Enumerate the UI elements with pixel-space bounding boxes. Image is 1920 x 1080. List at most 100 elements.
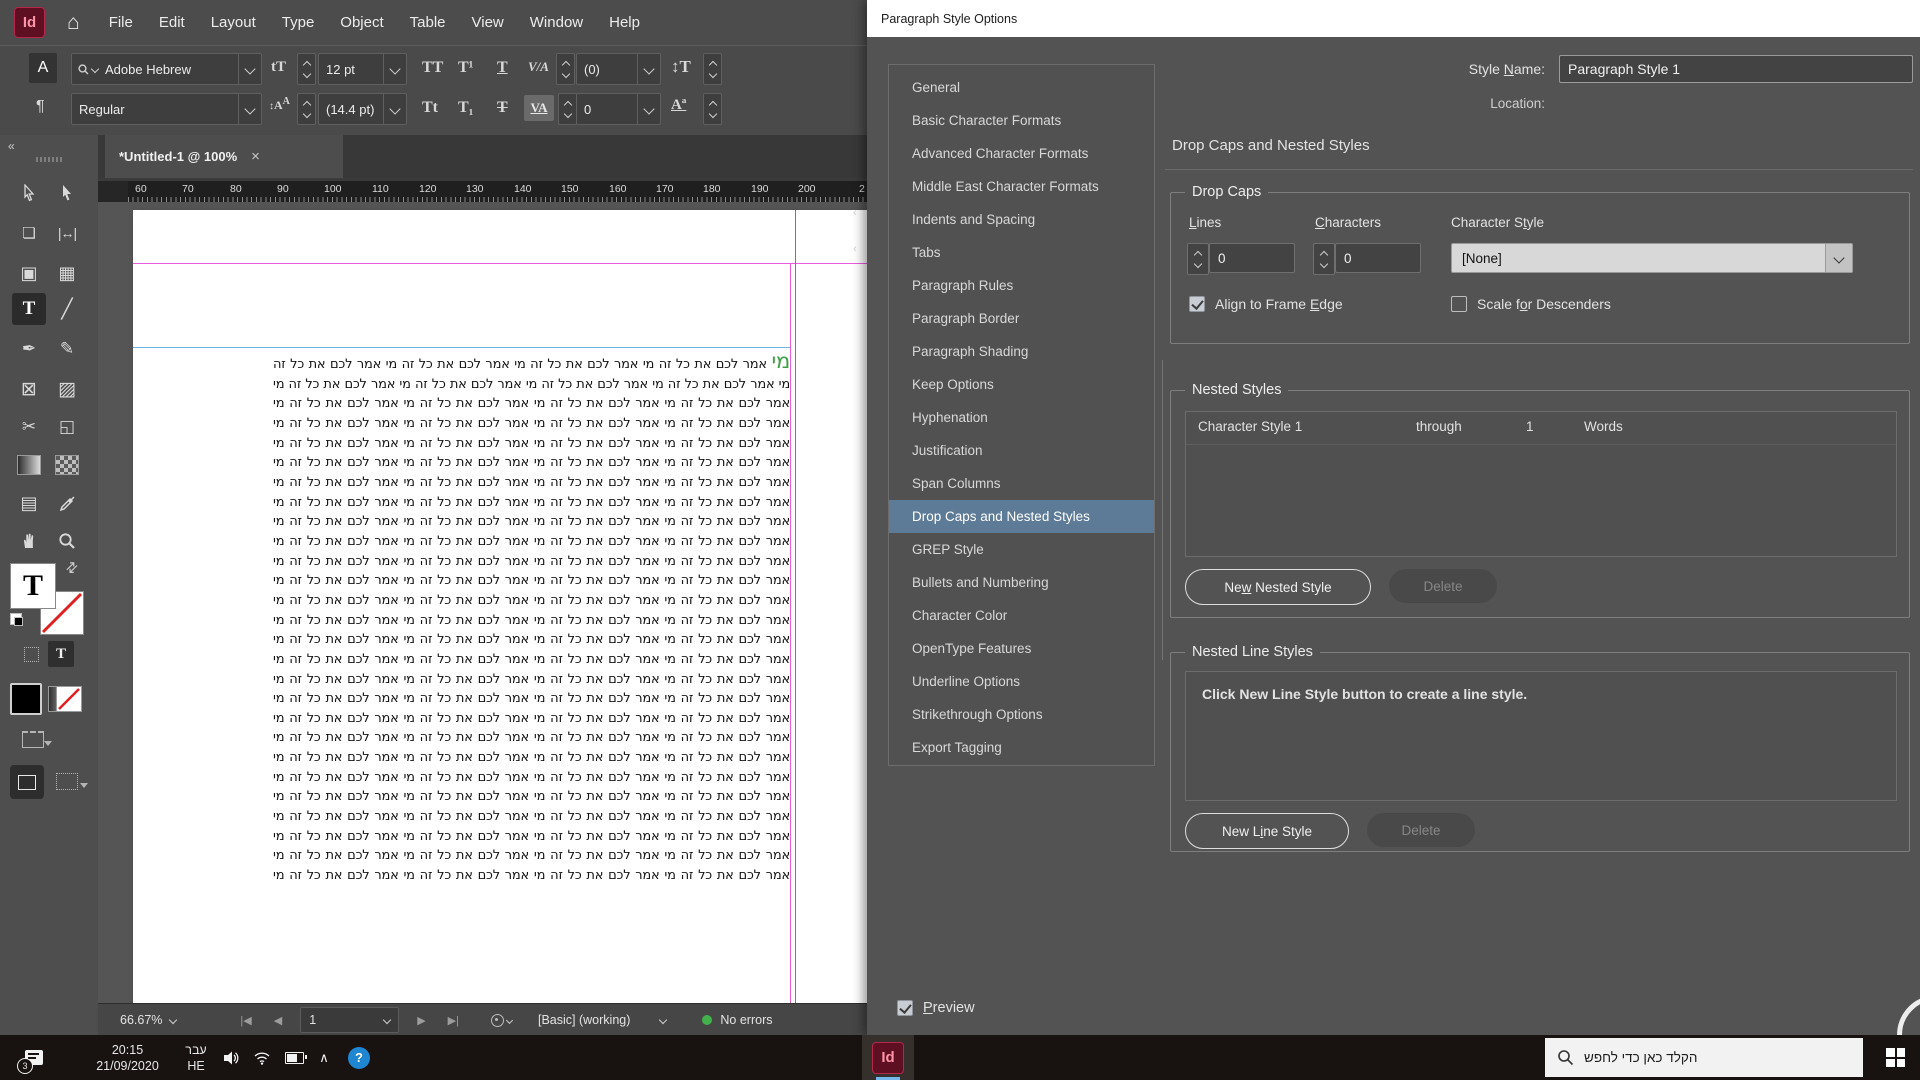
menu-edit[interactable]: Edit [146,14,198,31]
tracking-icon[interactable]: VA [524,95,554,121]
panel-grip[interactable] [36,157,62,162]
scale-descenders-checkbox[interactable] [1451,296,1467,312]
leading-field[interactable]: (14.4 pt) [318,93,407,125]
font-size-stepper[interactable] [297,53,316,85]
superscript-icon[interactable]: T¹ [458,59,473,77]
kerning-dropdown-button[interactable] [637,54,660,84]
underline-icon[interactable]: T [497,59,508,77]
menu-layout[interactable]: Layout [198,14,269,31]
font-family-dropdown-button[interactable] [238,54,261,84]
menu-table[interactable]: Table [397,14,459,31]
tracking-field[interactable]: 0 [576,93,661,125]
nested-style-count[interactable]: 1 [1526,419,1534,434]
home-icon[interactable]: ⌂ [67,11,80,35]
category-item[interactable]: GREP Style [889,533,1154,566]
selection-tool[interactable] [12,177,46,209]
category-item[interactable]: Paragraph Border [889,302,1154,335]
notification-area-icon[interactable]: 3 [12,1035,56,1080]
characters-input[interactable]: 0 [1335,243,1421,273]
category-item[interactable]: Paragraph Rules [889,269,1154,302]
category-item[interactable]: Hyphenation [889,401,1154,434]
paragraph-formatting-icon[interactable]: ¶ [36,98,45,116]
clock[interactable]: 20:15 21/09/2020 [80,1035,175,1080]
menu-type[interactable]: Type [269,14,328,31]
horizontal-ruler[interactable]: 60 70 80 90 100 110 120 130 140 150 160 … [128,181,867,202]
chevron-down-icon[interactable] [1825,244,1852,272]
align-frame-edge-checkbox[interactable] [1189,296,1205,312]
eyedropper-tool[interactable] [50,487,84,519]
category-item[interactable]: Middle East Character Formats [889,170,1154,203]
screen-mode-normal-button[interactable] [10,765,44,799]
preflight-icon[interactable] [491,1014,512,1027]
frame-tool[interactable]: ⊠ [12,373,46,405]
small-caps-icon[interactable]: Tt [422,99,438,117]
tracking-dropdown-button[interactable] [637,94,660,124]
nested-styles-table[interactable]: Character Style 1 through 1 Words [1185,411,1897,557]
direct-selection-tool[interactable] [50,177,84,209]
pen-tool[interactable]: ✒ [12,333,46,365]
taskbar-search[interactable]: הקלד כאן כדי לחפש [1545,1038,1863,1077]
ruler-corner[interactable] [98,181,129,202]
menu-file[interactable]: File [96,14,146,31]
nested-line-styles-table[interactable]: Click New Line Style button to create a … [1185,671,1897,801]
category-item[interactable]: Advanced Character Formats [889,137,1154,170]
category-item[interactable]: Span Columns [889,467,1154,500]
document-tab[interactable]: *Untitled-1 @ 100% × [105,135,343,178]
content-placer-tool[interactable]: ▦ [50,257,84,289]
apply-color-button[interactable] [10,683,42,715]
help-icon[interactable]: ? [344,1035,374,1080]
formatting-affects-container-button[interactable] [24,647,39,662]
note-tool[interactable]: ▤ [12,487,46,519]
table-row[interactable]: Character Style 1 through 1 Words [1186,412,1896,445]
nested-style-unit[interactable]: Words [1584,419,1623,434]
gradient-swatch-tool[interactable] [12,449,46,481]
panel-dock-expander-icon[interactable]: ‹ [853,243,857,255]
gradient-feather-tool[interactable] [50,449,84,481]
first-page-button[interactable]: |◀ [240,1014,251,1027]
tracking-stepper[interactable] [558,93,577,125]
column-guide-vertical[interactable] [795,210,796,1003]
panel-dock-expander-icon[interactable]: ‹ [853,207,857,219]
taskbar-indesign-button[interactable]: Id [862,1035,914,1080]
category-item[interactable]: Underline Options [889,665,1154,698]
preview-checkbox[interactable] [897,1000,913,1016]
font-style-dropdown-button[interactable] [238,94,261,124]
dialog-title-bar[interactable]: Paragraph Style Options [867,0,1920,37]
start-button[interactable] [1870,1035,1920,1080]
baseline-shift-stepper[interactable] [703,93,722,125]
strikethrough-icon[interactable]: T [497,99,508,117]
gap-tool[interactable]: |↔| [50,217,84,249]
subscript-icon[interactable]: T₁ [458,99,473,117]
character-style-dropdown[interactable]: [None] [1451,243,1853,273]
new-line-style-button[interactable]: New Line Style [1185,813,1349,849]
hand-tool[interactable] [12,525,46,557]
apply-none-button2[interactable] [56,686,82,712]
category-item[interactable]: Strikethrough Options [889,698,1154,731]
menu-object[interactable]: Object [327,14,396,31]
menu-view[interactable]: View [459,14,517,31]
category-item[interactable]: General [889,71,1154,104]
volume-icon[interactable] [218,1035,246,1080]
nested-style-name[interactable]: Character Style 1 [1198,419,1302,434]
page-tool[interactable]: ❏ [12,217,46,249]
content-collector-tool[interactable]: ▣ [12,257,46,289]
frame-edge-guide[interactable] [133,347,790,348]
character-formatting-icon[interactable]: A [29,53,57,83]
default-fill-stroke-icon[interactable] [10,613,22,625]
zoom-tool[interactable] [50,525,84,557]
preflight-profile[interactable]: [Basic] (working) [538,1013,630,1027]
last-page-button[interactable]: ▶| [448,1014,459,1027]
hidden-icons-chevron[interactable]: ∧ [312,1035,336,1080]
pencil-tool[interactable]: ✎ [50,333,84,365]
font-size-field[interactable]: 12 pt [318,53,407,85]
nested-style-operator[interactable]: through [1416,419,1462,434]
margin-guide-vertical[interactable] [790,263,791,1003]
free-transform-tool[interactable]: ◱ [50,411,84,443]
menu-window[interactable]: Window [517,14,596,31]
zoom-dropdown-icon[interactable] [169,1016,177,1024]
scissors-tool[interactable]: ✂ [12,411,46,443]
formatting-affects-text-button[interactable]: T [48,641,74,667]
zoom-level[interactable]: 66.67% [120,1013,162,1027]
battery-icon[interactable] [280,1035,308,1080]
style-name-input[interactable]: Paragraph Style 1 [1559,55,1913,83]
